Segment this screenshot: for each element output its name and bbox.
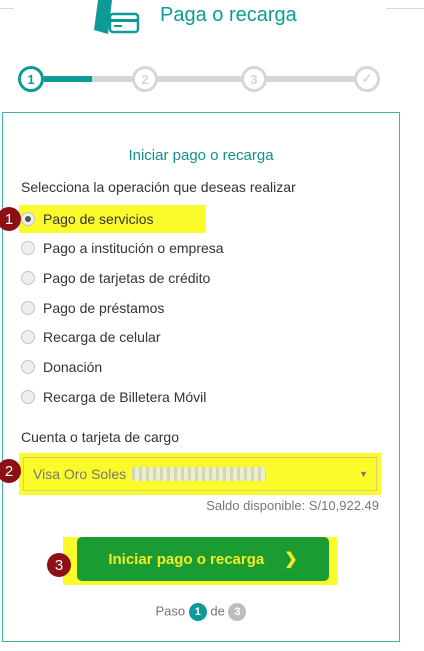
option-label: Pago a institución o empresa [43,240,224,256]
radio[interactable] [21,390,35,404]
radio[interactable] [21,360,35,374]
step-3: 3 [241,66,267,92]
redacted-card-number [132,467,267,481]
option-billetera-movil[interactable]: Recarga de Billetera Móvil [21,385,206,409]
payment-card-icon [92,0,142,40]
option-pago-servicios[interactable]: Pago de servicios [21,207,154,231]
option-label: Pago de tarjetas de crédito [43,270,211,286]
radio-checked[interactable] [21,212,35,226]
page-title: Paga o recarga [160,4,297,26]
option-label: Recarga de Billetera Móvil [43,389,207,405]
available-balance: Saldo disponible: S/10,922.49 [206,498,379,513]
radio[interactable] [21,271,35,285]
option-label: Pago de servicios [43,211,154,227]
radio[interactable] [21,301,35,315]
step-prefix: Paso [155,603,186,619]
annotation-badge-1: 1 [0,207,21,231]
option-pago-tarjetas[interactable]: Pago de tarjetas de crédito [21,266,210,290]
radio[interactable] [21,241,35,255]
account-label: Cuenta o tarjeta de cargo [21,429,179,445]
account-select-value: Visa Oro Soles [33,466,127,482]
step-1: 1 [18,66,44,92]
option-label: Pago de préstamos [43,300,165,316]
option-label: Recarga de celular [43,329,161,345]
option-label: Donación [43,359,103,375]
progress-stepper: 1 2 3 ✓ [18,66,380,92]
step-middle: de [210,603,225,619]
chevron-down-icon[interactable]: ▼ [359,469,368,479]
submit-button[interactable]: Iniciar pago o recarga ❯ [77,537,329,581]
step-2: 2 [132,66,158,92]
annotation-badge-3: 3 [47,553,71,577]
option-recarga-celular[interactable]: Recarga de celular [21,325,161,349]
page-header: Paga o recarga [0,0,424,44]
chevron-right-icon: ❯ [284,551,298,568]
operation-prompt: Selecciona la operación que deseas reali… [21,179,296,195]
payment-form-card: Iniciar pago o recarga Selecciona la ope… [0,112,400,642]
step-complete-check-icon: ✓ [354,66,380,92]
current-step-number: 1 [188,603,207,621]
radio[interactable] [21,330,35,344]
option-pago-prestamos[interactable]: Pago de préstamos [21,296,164,320]
step-indicator: Paso 1 de 3 [3,603,399,621]
submit-button-label: Iniciar pago o recarga [108,550,265,568]
annotation-badge-2: 2 [0,459,21,483]
form-title: Iniciar pago o recarga [128,147,274,164]
option-pago-institucion[interactable]: Pago a institución o empresa [21,236,224,260]
account-select[interactable]: Visa Oro Soles ▼ [23,457,377,491]
stepper-progress [44,76,92,82]
total-steps-number: 3 [228,603,247,621]
option-donacion[interactable]: Donación [21,355,102,379]
